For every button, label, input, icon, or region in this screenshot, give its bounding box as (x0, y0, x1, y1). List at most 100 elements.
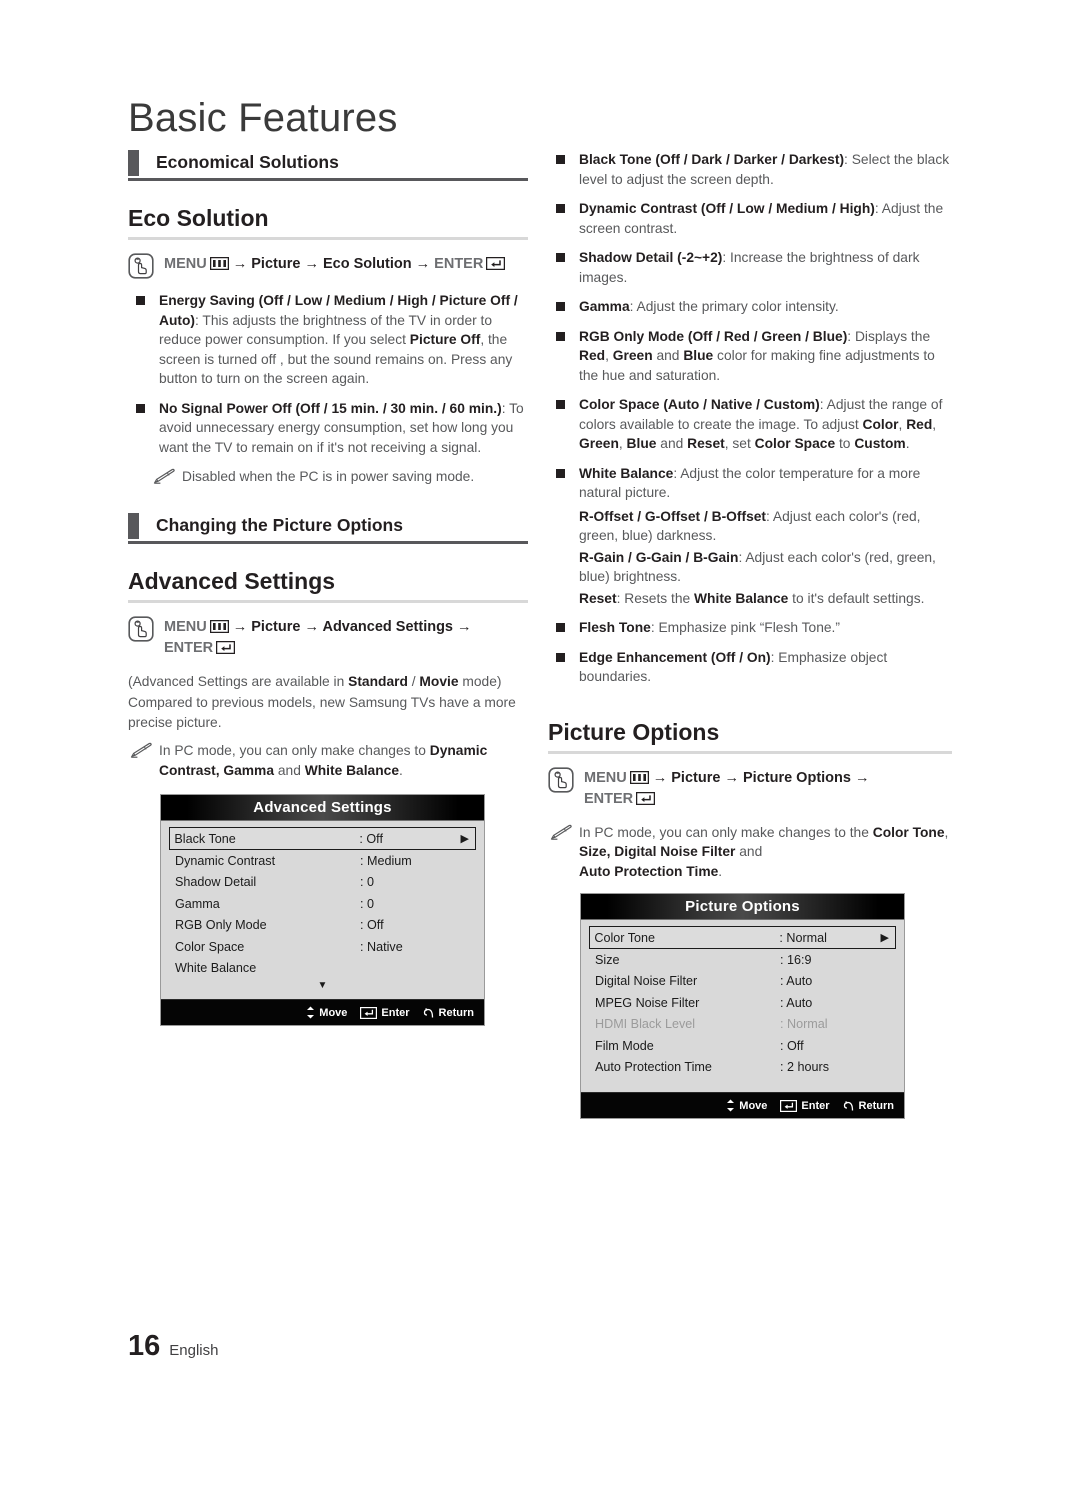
osd-row-rgb-only-mode[interactable]: RGB Only Mode : Off (169, 915, 476, 937)
osd-spacer (589, 1078, 896, 1088)
hand-press-icon (128, 253, 154, 279)
osd-row-label: Black Tone (174, 831, 236, 846)
list-item: Shadow Detail (-2~+2): Increase the brig… (548, 248, 952, 287)
osd-footer-return[interactable]: Return (423, 1007, 474, 1019)
page-number: 16 (128, 1330, 161, 1362)
sub-body-post: to it's default settings. (788, 590, 925, 606)
arrow-2: → (300, 618, 323, 635)
section-tab-marker (128, 512, 139, 539)
chevron-right-icon[interactable]: ▶ (461, 832, 473, 845)
note-bold-auto-protection-time: Auto Protection Time (579, 863, 719, 879)
inline-bold-reset: Reset (687, 436, 725, 451)
osd-row-auto-protection-time[interactable]: Auto Protection Time : 2 hours (589, 1057, 896, 1079)
osd-row-white-balance[interactable]: White Balance (169, 958, 476, 980)
osd-row-hdmi-black-level: HDMI Black Level : Normal (589, 1014, 896, 1036)
osd-footer-return[interactable]: Return (843, 1100, 894, 1112)
section-header-rule (128, 540, 528, 544)
osd-row-digital-noise-filter[interactable]: Digital Noise Filter : Auto (589, 971, 896, 993)
bullet-body: : Emphasize pink “Flesh Tone.” (650, 620, 840, 635)
chevron-right-icon[interactable]: ▶ (881, 931, 893, 944)
bullet-square-icon (136, 403, 145, 413)
osd-row-label: HDMI Black Level (595, 1017, 696, 1032)
osd-footer-enter[interactable]: Enter (360, 1006, 410, 1019)
osd-picture-options: Picture Options Color Tone : Normal ▶ Si… (580, 893, 905, 1119)
menu-path-picture: Picture (251, 256, 301, 272)
osd-row-mpeg-noise-filter[interactable]: MPEG Noise Filter : Auto (589, 992, 896, 1014)
menu-path-menu-label: MENU (164, 256, 207, 272)
feature-heading-advanced-settings: Advanced Settings (128, 567, 336, 594)
osd-footer-return-label: Return (858, 1099, 894, 1112)
bullet-title: Shadow Detail (-2~+2) (579, 250, 723, 265)
osd-row-label: Shadow Detail (175, 875, 257, 890)
white-balance-sub-reset: Reset: Resets the White Balance to it's … (548, 589, 952, 609)
bullet-square-icon (556, 652, 565, 662)
note-picture-options: In PC mode, you can only make changes to… (548, 823, 952, 882)
osd-footer-move[interactable]: Move (306, 1006, 347, 1019)
bullet-title: No Signal Power Off (Off / 15 min. / 30 … (159, 400, 502, 416)
note-pencil-icon (153, 468, 177, 484)
osd-title: Advanced Settings (161, 795, 484, 821)
enter-return-icon (360, 1006, 378, 1019)
osd-row-label: Size (595, 952, 620, 967)
enter-return-icon (780, 1099, 798, 1112)
inline-bold-red: Red (579, 348, 606, 363)
menu-bars-icon (207, 256, 229, 276)
osd-row-color-space[interactable]: Color Space : Native (169, 936, 476, 958)
bullet-square-icon (556, 400, 565, 409)
osd-footer: Move Enter Return (161, 999, 484, 1025)
arrow-2: → (720, 769, 743, 786)
note-pencil-icon (550, 824, 574, 840)
inline-bold-color-space: Color Space (754, 436, 836, 451)
menu-path-text: MENU → Picture → Picture Options → ENTER (584, 766, 870, 811)
note-text: Disabled when the PC is in power saving … (182, 469, 475, 484)
osd-row-color-tone[interactable]: Color Tone : Normal ▶ (589, 926, 896, 949)
osd-row-black-tone[interactable]: Black Tone : Off ▶ (169, 827, 476, 850)
osd-row-value: : Auto (780, 995, 813, 1010)
inline-bold-green: Green (579, 436, 619, 451)
arrow-3: → (453, 618, 472, 635)
osd-row-value: : Native (360, 939, 403, 954)
white-balance-sub-gain: R-Gain / G-Gain / B-Gain: Adjust each co… (548, 548, 952, 587)
bullet-square-icon (556, 623, 565, 632)
right-column: Black Tone (Off / Dark / Darker / Darkes… (548, 150, 952, 1119)
feature-heading-rule (128, 237, 528, 240)
osd-row-value: : Off (360, 918, 384, 933)
osd-row-dynamic-contrast[interactable]: Dynamic Contrast : Medium (169, 850, 476, 872)
section-header-changing-picture-options: Changing the Picture Options (128, 512, 528, 544)
arrow-2: → (300, 256, 323, 272)
hand-press-icon (128, 615, 154, 642)
osd-row-size[interactable]: Size : 16:9 (589, 949, 896, 971)
enter-return-icon (213, 640, 236, 660)
menu-path-enter-label: ENTER (434, 256, 484, 272)
osd-scroll-down-icon[interactable]: ▼ (169, 979, 476, 995)
osd-footer-move[interactable]: Move (726, 1099, 767, 1112)
osd-advanced-settings: Advanced Settings Black Tone : Off ▶ Dyn… (160, 794, 485, 1026)
note-pre: In PC mode, you can only make changes to… (579, 824, 873, 840)
osd-row-film-mode[interactable]: Film Mode : Off (589, 1035, 896, 1057)
note-bold-color-tone: Color Tone (872, 824, 945, 840)
para-mid: / (407, 673, 420, 689)
advanced-settings-paragraph-1: (Advanced Settings are available in Stan… (128, 672, 528, 692)
sub-title: R-Offset / G-Offset / B-Offset (579, 508, 767, 524)
list-item: Color Space (Auto / Native / Custom): Ad… (548, 395, 952, 454)
up-down-arrow-icon (307, 1006, 315, 1019)
osd-row-gamma[interactable]: Gamma : 0 (169, 893, 476, 915)
advanced-settings-paragraph-2: Compared to previous models, new Samsung… (128, 695, 516, 730)
note-bold-size-dnf: Size, Digital Noise Filter (579, 844, 736, 859)
osd-row-label: Gamma (175, 896, 220, 911)
osd-row-shadow-detail[interactable]: Shadow Detail : 0 (169, 872, 476, 894)
osd-footer: Move Enter Return (581, 1092, 904, 1118)
osd-row-label: MPEG Noise Filter (595, 995, 700, 1010)
note-pre: In PC mode, you can only make changes to (159, 743, 430, 758)
bullet-title: Edge Enhancement (Off / On) (579, 649, 771, 665)
bullet-square-icon (136, 296, 145, 305)
return-arrow-icon (843, 1100, 853, 1111)
para-post: mode) (458, 673, 502, 689)
feature-heading-picture-options: Picture Options (548, 718, 720, 745)
osd-footer-enter[interactable]: Enter (780, 1099, 830, 1112)
inline-bold-red: Red (906, 416, 933, 432)
menu-path-picture-options: Picture Options (743, 769, 851, 786)
arrow-1: → (652, 769, 672, 786)
inline-bold-picture-off: Picture Off (409, 332, 481, 347)
section-tab-marker (128, 150, 139, 176)
